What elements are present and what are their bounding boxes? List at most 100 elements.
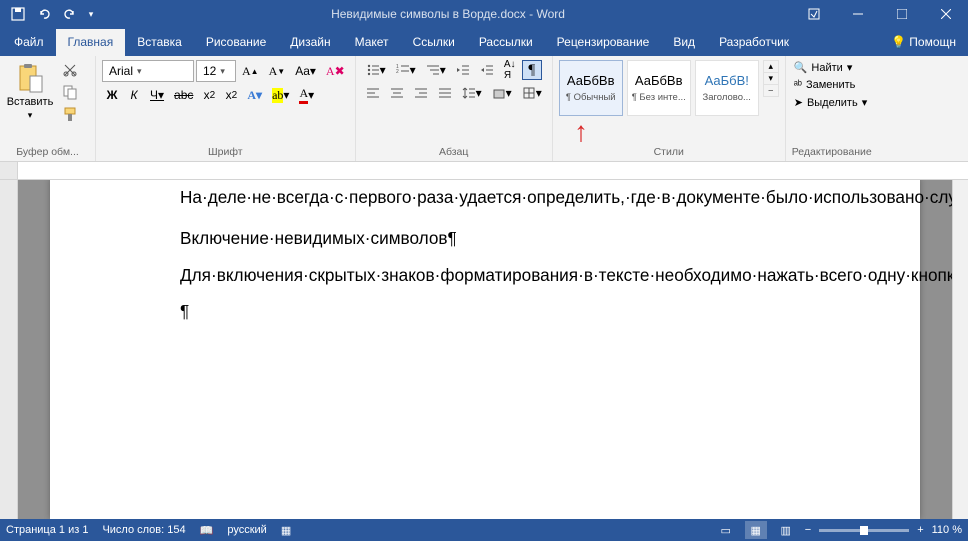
replace-icon: ᵃᵇ [794,79,802,91]
horizontal-ruler[interactable] [0,162,968,180]
group-styles: АаБбВв ¶ Обычный АаБбВв ¶ Без инте... Аа… [553,56,786,161]
decrease-indent-button[interactable] [452,60,474,80]
qat-customize[interactable]: ▾ [84,2,98,26]
shading-button[interactable]: ▾ [488,83,516,103]
cut-button[interactable] [58,60,82,80]
heading[interactable]: Включение·невидимых·символов¶ [180,227,880,250]
increase-indent-button[interactable] [476,60,498,80]
redo-button[interactable] [58,2,82,26]
justify-button[interactable] [434,83,456,103]
undo-button[interactable] [32,2,56,26]
format-painter-button[interactable] [58,104,82,124]
numbering-button[interactable]: 12▾ [392,60,420,80]
borders-button[interactable]: ▾ [518,83,546,103]
maximize-button[interactable] [880,0,924,28]
tab-review[interactable]: Рецензирование [545,29,662,56]
font-color-button[interactable]: A▾ [295,85,318,105]
web-layout-button[interactable]: ▥ [775,521,797,539]
ribbon-options-button[interactable] [792,0,836,28]
tab-developer[interactable]: Разработчик [707,29,801,56]
align-left-button[interactable] [362,83,384,103]
vertical-ruler[interactable] [0,180,18,519]
word-count[interactable]: Число слов: 154 [102,524,185,536]
paragraph[interactable]: ¶ [180,300,880,323]
save-button[interactable] [6,2,30,26]
style-preview: АаБбВ! [705,73,749,88]
align-center-button[interactable] [386,83,408,103]
font-size-combo[interactable]: 12▾ [196,60,236,82]
highlight-button[interactable]: ab▾ [268,85,293,105]
styles-gallery-more[interactable]: ▴ ▾ ⎯ [763,60,779,97]
zoom-out-button[interactable]: − [805,524,811,536]
group-styles-label: Стили [559,145,779,159]
tab-file[interactable]: Файл [2,29,56,56]
close-button[interactable] [924,0,968,28]
tab-insert[interactable]: Вставка [125,29,194,56]
page-scroll[interactable]: На·деле·не·всегда·с·первого·раза·удается… [18,180,952,519]
page-count[interactable]: Страница 1 из 1 [6,524,88,536]
search-icon: 🔍 [794,61,808,74]
tab-draw[interactable]: Рисование [194,29,278,56]
zoom-slider[interactable] [819,529,909,532]
select-button[interactable]: ➤Выделить ▾ [792,95,870,110]
style-preview: АаБбВв [567,73,615,88]
style-name: ¶ Без инте... [629,92,689,103]
expand-icon[interactable]: ⎯ [764,84,778,96]
tab-design[interactable]: Дизайн [278,29,342,56]
tab-view[interactable]: Вид [661,29,707,56]
ribbon: Вставить ▾ Буфер обм... Arial▾ 12▾ A▲ A▼… [0,56,968,162]
replace-button[interactable]: ᵃᵇЗаменить [792,78,870,92]
spell-check-icon[interactable]: 📖 [200,524,214,537]
group-clipboard-label: Буфер обм... [6,145,89,159]
paragraph[interactable]: На·деле·не·всегда·с·первого·раза·удается… [180,186,880,209]
paragraph[interactable]: Для·включения·скрытых·знаков·форматирова… [180,264,880,287]
superscript-button[interactable]: x2 [221,85,241,105]
shrink-font-button[interactable]: A▼ [265,61,290,81]
svg-text:2: 2 [396,69,399,75]
group-editing-label: Редактирование [792,145,872,159]
tab-mailings[interactable]: Рассылки [467,29,545,56]
group-font-label: Шрифт [102,145,349,159]
group-editing: 🔍Найти ▾ ᵃᵇЗаменить ➤Выделить ▾ Редактир… [786,56,878,161]
page[interactable]: На·деле·не·всегда·с·первого·раза·удается… [50,180,920,519]
find-label: Найти [811,62,842,74]
grow-font-button[interactable]: A▲ [238,61,263,81]
minimize-button[interactable] [836,0,880,28]
print-layout-button[interactable]: ▦ [745,521,767,539]
style-no-spacing[interactable]: АаБбВв ¶ Без инте... [627,60,691,116]
style-heading1[interactable]: АаБбВ! Заголово... [695,60,759,116]
copy-button[interactable] [58,82,82,102]
italic-button[interactable]: К [124,85,144,105]
zoom-in-button[interactable]: + [917,524,923,536]
style-normal[interactable]: АаБбВв ¶ Обычный [559,60,623,116]
text-effects-button[interactable]: A▾ [243,85,266,105]
read-mode-button[interactable]: ▭ [715,521,737,539]
zoom-level[interactable]: 110 % [932,524,962,536]
clear-formatting-button[interactable]: A✖ [322,61,349,81]
align-right-button[interactable] [410,83,432,103]
scroll-down-icon[interactable]: ▾ [764,72,778,84]
multilevel-list-button[interactable]: ▾ [422,60,450,80]
tab-references[interactable]: Ссылки [401,29,467,56]
sort-button[interactable]: A↓Я [500,60,520,80]
find-button[interactable]: 🔍Найти ▾ [792,60,870,75]
strikethrough-button[interactable]: abc [170,85,197,105]
tell-me[interactable]: 💡 Помощн [879,29,968,56]
underline-button[interactable]: Ч▾ [146,85,168,105]
group-font: Arial▾ 12▾ A▲ A▼ Aa▾ A✖ Ж К Ч▾ abc x2 x2… [96,56,356,161]
bullets-button[interactable]: ▾ [362,60,390,80]
font-name-combo[interactable]: Arial▾ [102,60,194,82]
group-paragraph: ▾ 12▾ ▾ A↓Я ¶ ▾ ▾ ▾ А [356,56,553,161]
line-spacing-button[interactable]: ▾ [458,83,486,103]
scroll-up-icon[interactable]: ▴ [764,61,778,72]
tab-layout[interactable]: Макет [343,29,401,56]
vertical-scrollbar[interactable] [952,180,968,519]
language-indicator[interactable]: русский [227,524,266,536]
show-hide-marks-button[interactable]: ¶ [522,60,542,80]
paste-button[interactable]: Вставить ▾ [6,60,54,123]
tab-home[interactable]: Главная [56,29,126,56]
subscript-button[interactable]: x2 [199,85,219,105]
macro-indicator[interactable]: ▦ [281,524,291,537]
bold-button[interactable]: Ж [102,85,122,105]
change-case-button[interactable]: Aa▾ [291,61,320,81]
